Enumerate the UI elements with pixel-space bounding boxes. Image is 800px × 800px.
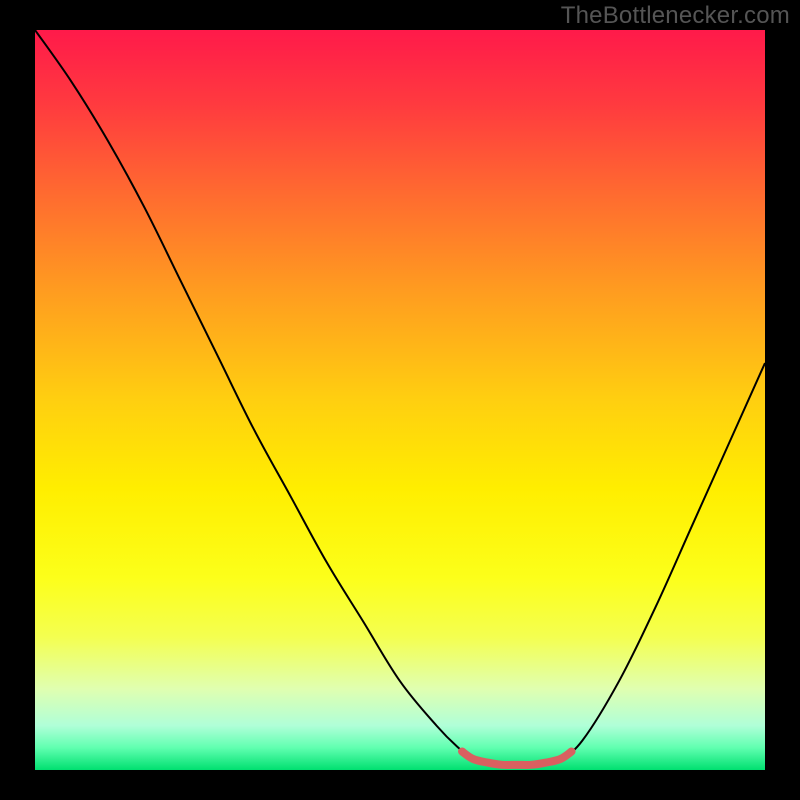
curve-layer <box>35 30 765 770</box>
plot-area <box>35 30 765 770</box>
sweet-spot-marker <box>462 752 572 765</box>
bottleneck-curve <box>35 30 765 766</box>
chart-container: TheBottlenecker.com <box>0 0 800 800</box>
watermark-text: TheBottlenecker.com <box>561 2 790 30</box>
